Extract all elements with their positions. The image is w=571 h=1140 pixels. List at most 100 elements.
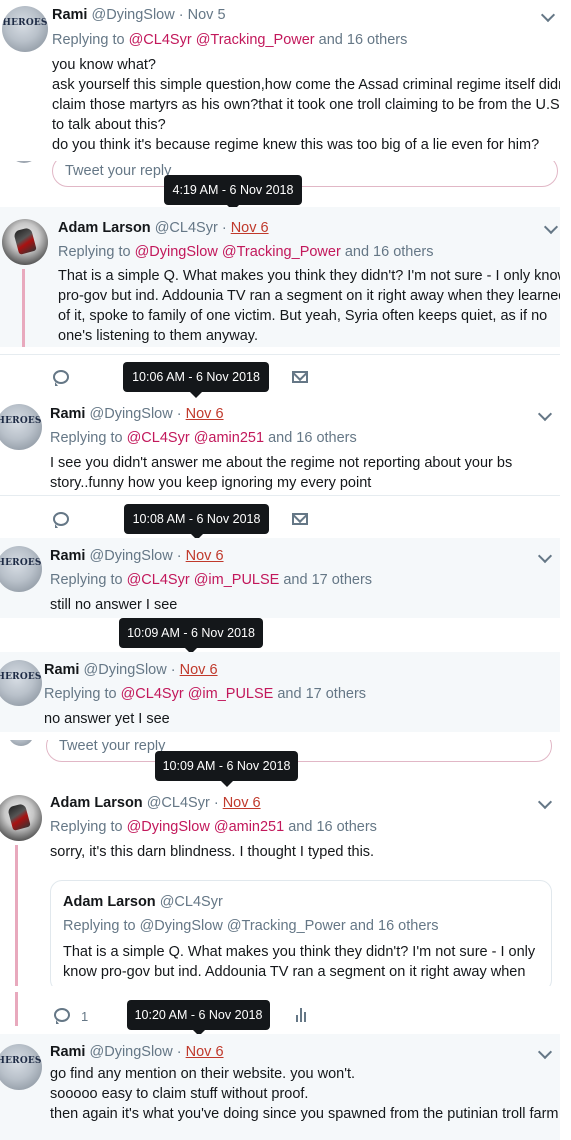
timestamp-tooltip: 10:20 AM - 6 Nov 2018 xyxy=(127,1000,270,1036)
user-handle[interactable]: @CL4Syr xyxy=(147,795,210,811)
stats-bar xyxy=(296,1015,298,1022)
tooltip-text: 10:08 AM - 6 Nov 2018 xyxy=(132,512,261,526)
display-name[interactable]: Rami xyxy=(52,7,87,23)
replying-suffix[interactable]: and 16 others xyxy=(288,819,377,835)
text-line: still no answer I see xyxy=(50,597,178,613)
tooltip-text: 10:09 AM - 6 Nov 2018 xyxy=(127,626,255,640)
mention-link[interactable]: @Tracking_Power xyxy=(196,32,315,48)
separator: · xyxy=(213,795,219,811)
tweet-date[interactable]: Nov 6 xyxy=(223,795,261,811)
separator: · xyxy=(176,548,182,564)
separator: · xyxy=(178,7,184,23)
display-name[interactable]: Rami xyxy=(50,406,85,422)
tweet-header: Adam Larson @CL4Syr · Nov 6 xyxy=(50,795,261,811)
replying-prefix: Replying to xyxy=(52,32,125,48)
mail-icon[interactable] xyxy=(292,371,308,383)
user-handle[interactable]: @DyingSlow xyxy=(92,7,175,23)
display-name[interactable]: Adam Larson xyxy=(58,220,151,236)
avatar-text: HEROES xyxy=(0,558,42,568)
replying-suffix[interactable]: and 17 others xyxy=(283,572,372,588)
user-handle[interactable]: @DyingSlow xyxy=(90,406,173,422)
chevron-down-icon[interactable] xyxy=(537,794,553,810)
chevron-down-icon[interactable] xyxy=(540,7,556,23)
tweet-actions: 1 xyxy=(0,992,560,1030)
mention-link[interactable]: @CL4Syr xyxy=(129,32,192,48)
replying-to: Replying to @CL4Syr @im_PULSE and 17 oth… xyxy=(44,686,366,702)
reply-icon[interactable] xyxy=(53,512,69,528)
chevron-down-icon[interactable] xyxy=(543,219,559,235)
mention-link[interactable]: @im_PULSE xyxy=(188,686,274,702)
reply-input[interactable]: Tweet your reply xyxy=(46,740,552,762)
tweet-date[interactable]: Nov 5 xyxy=(188,7,226,23)
tweet-1[interactable]: HEROES Rami @DyingSlow · Nov 5 Replying … xyxy=(0,0,571,160)
divider xyxy=(0,495,560,496)
tweet-7[interactable]: HEROES Rami @DyingSlow · Nov 6 go find a… xyxy=(0,1034,560,1140)
user-handle[interactable]: @DyingSlow xyxy=(84,662,167,678)
chevron-down-icon[interactable] xyxy=(537,1044,553,1060)
display-name[interactable]: Rami xyxy=(50,1044,85,1060)
avatar[interactable]: HEROES xyxy=(2,6,48,52)
mention-link[interactable]: @DyingSlow xyxy=(127,819,210,835)
reply-placeholder: Tweet your reply xyxy=(65,163,172,179)
avatar[interactable]: HEROES xyxy=(0,546,42,592)
display-name[interactable]: Adam Larson xyxy=(50,795,143,811)
avatar-text: HEROES xyxy=(0,672,42,682)
chevron-down-icon[interactable] xyxy=(537,406,553,422)
tweet-4[interactable]: HEROES Rami @DyingSlow · Nov 6 Replying … xyxy=(0,538,560,618)
tweet-date[interactable]: Nov 6 xyxy=(231,220,269,236)
user-handle[interactable]: @CL4Syr xyxy=(155,220,218,236)
avatar-text: HEROES xyxy=(0,1056,42,1066)
mention-link[interactable]: @DyingSlow xyxy=(135,244,218,260)
tweet-5[interactable]: HEROES Rami @DyingSlow · Nov 6 Replying … xyxy=(0,652,560,732)
text-line: That is a simple Q. What makes you think… xyxy=(63,944,536,960)
avatar[interactable]: HEROES xyxy=(0,660,42,706)
display-name[interactable]: Rami xyxy=(44,662,79,678)
text-line: sooooo easy to claim stuff without proof… xyxy=(50,1086,309,1102)
text-line: do you think it's because regime knew th… xyxy=(52,137,540,153)
avatar[interactable]: HEROES xyxy=(0,1044,42,1090)
tweet-date[interactable]: Nov 6 xyxy=(180,662,218,678)
avatar[interactable] xyxy=(0,795,42,841)
replying-to: Replying to @DyingSlow @amin251 and 16 o… xyxy=(50,819,377,835)
tweet-6[interactable]: Adam Larson @CL4Syr · Nov 6 Replying to … xyxy=(0,783,560,992)
user-handle[interactable]: @DyingSlow xyxy=(90,548,173,564)
tweet-header: Rami @DyingSlow · Nov 6 xyxy=(50,406,224,422)
mention-link[interactable]: @CL4Syr xyxy=(121,686,184,702)
replying-suffix[interactable]: and 17 others xyxy=(277,686,366,702)
mention-link[interactable]: @im_PULSE xyxy=(194,572,280,588)
tweet-2[interactable]: Adam Larson @CL4Syr · Nov 6 Replying to … xyxy=(0,207,568,347)
tweet-date[interactable]: Nov 6 xyxy=(186,406,224,422)
replying-prefix: Replying to xyxy=(50,572,123,588)
tweet-actions xyxy=(0,504,560,534)
chevron-down-icon[interactable] xyxy=(537,548,553,564)
tweet-header: Rami @DyingSlow · Nov 6 xyxy=(50,548,224,564)
replying-to: Replying to @CL4Syr @im_PULSE and 17 oth… xyxy=(50,572,372,588)
mention-link[interactable]: @amin251 xyxy=(194,430,264,446)
replying-suffix[interactable]: and 16 others xyxy=(268,430,357,446)
mention-link[interactable]: @amin251 xyxy=(214,819,284,835)
tweet-date[interactable]: Nov 6 xyxy=(186,1044,224,1060)
tweet-3[interactable]: HEROES Rami @DyingSlow · Nov 6 Replying … xyxy=(0,396,560,494)
replying-suffix[interactable]: and 16 others xyxy=(345,244,434,260)
avatar[interactable] xyxy=(2,219,48,265)
reply-icon[interactable] xyxy=(53,370,69,386)
tweet-date[interactable]: Nov 6 xyxy=(186,548,224,564)
mention-link[interactable]: @CL4Syr xyxy=(127,430,190,446)
replying-suffix[interactable]: and 16 others xyxy=(319,32,408,48)
user-handle[interactable]: @DyingSlow xyxy=(90,1044,173,1060)
mention-link[interactable]: @CL4Syr xyxy=(127,572,190,588)
display-name[interactable]: Rami xyxy=(50,548,85,564)
mail-icon[interactable] xyxy=(292,513,308,525)
page-edge xyxy=(560,0,571,1140)
avatar[interactable]: HEROES xyxy=(0,404,42,450)
quoted-tweet[interactable]: Adam Larson @CL4Syr Replying to @DyingSl… xyxy=(50,880,552,992)
reply-icon[interactable] xyxy=(54,1008,70,1024)
separator: · xyxy=(176,406,182,422)
reply-input[interactable]: Tweet your reply xyxy=(52,161,558,187)
timestamp-tooltip: 10:06 AM - 6 Nov 2018 xyxy=(123,362,269,398)
mention-link[interactable]: @Tracking_Power xyxy=(222,244,341,260)
avatar-text: HEROES xyxy=(0,416,42,426)
tweet-text: I see you didn't answer me about the reg… xyxy=(50,453,512,493)
tweet-text: no answer yet I see xyxy=(44,709,170,729)
stats-icon[interactable] xyxy=(296,1008,310,1022)
